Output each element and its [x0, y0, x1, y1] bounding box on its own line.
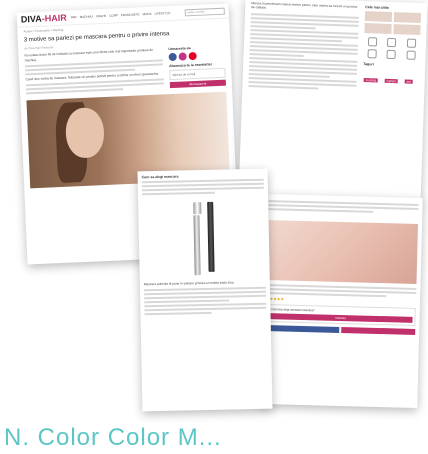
nav-item[interactable]: FRUMUSETE [121, 12, 140, 17]
nav-item[interactable]: PAR [71, 15, 77, 19]
vote-button[interactable]: Voteaza [268, 313, 413, 323]
share-button[interactable] [341, 327, 416, 335]
nav-item[interactable]: MACHIAJ [80, 14, 93, 19]
tag[interactable]: machiaj [363, 78, 379, 83]
article-screenshot-poll: ★★★★★ Ai incercat deja aceasta mascara? … [259, 193, 423, 409]
nav-item[interactable]: UNGHII [96, 14, 107, 18]
tags-heading: Taguri [363, 62, 374, 67]
facebook-icon[interactable] [168, 52, 177, 62]
email-field[interactable]: Adresa de e-mail [169, 67, 226, 81]
category-icon[interactable] [387, 37, 397, 48]
post-thumbnail[interactable] [393, 12, 422, 24]
article-text-lines [248, 12, 359, 91]
sidebar: Urmareste-ne Aboneaza-te la newsletter A… [168, 45, 226, 90]
nav-item[interactable]: CORP [109, 13, 118, 17]
face-shape [64, 107, 105, 159]
category-icon[interactable] [367, 49, 377, 59]
tag[interactable]: par [404, 79, 414, 84]
subscribe-button[interactable]: Aboneaza-te [169, 79, 226, 89]
social-icons [168, 51, 225, 62]
section-heading: Cum sa alegi mascara [141, 174, 179, 180]
article-screenshot-product: Cum sa alegi mascara Mascara potrivita i… [137, 168, 273, 412]
article-text-lines [140, 287, 271, 316]
product-photo [266, 220, 419, 284]
post-thumbnail[interactable] [364, 11, 393, 23]
tag-list: machiaj ingrijire par [363, 68, 420, 88]
pinterest-icon[interactable] [188, 52, 197, 61]
popular-heading: Cele mai citite [365, 5, 389, 10]
right-sidebar: Cele mai citite Taguri machiaj ingrijire… [362, 5, 422, 95]
article-text-lines [264, 194, 423, 220]
mascara-product-image [138, 195, 270, 283]
mascara-tube [207, 201, 215, 272]
category-icon[interactable] [386, 49, 397, 60]
share-buttons [265, 325, 416, 335]
article-text-lines [138, 178, 268, 196]
facebook-share-button[interactable] [265, 325, 340, 333]
search-input[interactable]: cauta o tema [184, 7, 225, 16]
poll-box: Ai incercat deja aceasta mascara? Voteaz… [265, 304, 416, 326]
nav-item[interactable]: MODA [143, 12, 152, 16]
post-thumbnail[interactable] [364, 23, 392, 34]
post-thumbnail[interactable] [393, 24, 421, 36]
category-icon[interactable] [406, 50, 416, 60]
category-icon[interactable] [367, 37, 378, 47]
article-paragraph: Mai jos iti prezentam cateva motive pent… [251, 1, 358, 10]
article-text-lines [25, 78, 164, 95]
tag[interactable]: ingrijire [384, 78, 399, 84]
category-icons [363, 37, 420, 60]
site-logo[interactable]: DIVA-HAIR [21, 13, 67, 25]
instagram-icon[interactable] [178, 52, 187, 61]
mascara-wand [193, 202, 203, 276]
category-icon[interactable] [407, 38, 417, 48]
caption-text: N. Color Color M... [4, 424, 222, 451]
popular-thumbnails [364, 11, 422, 36]
nav-item[interactable]: LIFESTYLE [155, 11, 171, 16]
main-nav: PAR MACHIAJ UNGHII CORP FRUMUSETE MODA L… [71, 11, 181, 19]
